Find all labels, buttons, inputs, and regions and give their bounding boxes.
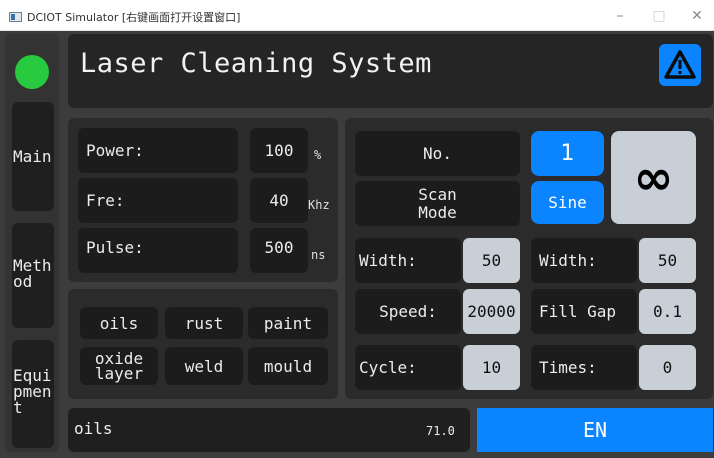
frequency-value[interactable]: 40 (250, 178, 308, 223)
power-label: Power: (78, 128, 238, 173)
sidebar-item-equipment[interactable]: Equi pmen t (12, 340, 54, 448)
window-title: DCIOT Simulator [右键画面打开设置窗口] (27, 11, 241, 24)
status-value: 71.0 (426, 424, 455, 438)
material-weld-button[interactable]: weld (165, 347, 243, 385)
power-unit: % (314, 148, 322, 162)
cycle-value[interactable]: 10 (463, 345, 520, 390)
material-rust-button[interactable]: rust (165, 307, 243, 339)
width2-value[interactable]: 50 (639, 238, 696, 283)
header-bar: Laser Cleaning System (68, 34, 713, 108)
status-indicator (15, 55, 49, 89)
speed-label: Speed: (355, 289, 461, 334)
materials-panel: oils rust paint oxide layer weld mould (68, 289, 338, 399)
speed-value[interactable]: 20000 (463, 289, 520, 334)
width-value[interactable]: 50 (463, 238, 520, 283)
times-label: Times: (531, 345, 637, 390)
fill-gap-label: Fill Gap (531, 289, 637, 334)
fill-gap-value[interactable]: 0.1 (639, 289, 696, 334)
close-button[interactable]: ✕ (680, 6, 714, 26)
infinity-button[interactable]: ∞ (611, 131, 696, 224)
number-label: No. (355, 131, 520, 176)
pulse-unit: ns (311, 248, 326, 262)
material-oxide-button[interactable]: oxide layer (80, 347, 158, 385)
warning-triangle-icon (664, 50, 696, 79)
pulse-value[interactable]: 500 (250, 228, 308, 273)
minimize-button[interactable]: – (603, 6, 637, 26)
material-oils-button[interactable]: oils (80, 307, 158, 339)
sidebar-item-main[interactable]: Main (12, 102, 54, 211)
sidebar-item-method[interactable]: Meth od (12, 223, 54, 328)
language-button[interactable]: EN (477, 408, 713, 452)
maximize-button[interactable]: □ (642, 6, 676, 26)
sidebar-item-label: Meth od (13, 256, 52, 291)
scan-mode-value[interactable]: Sine (531, 181, 604, 224)
sidebar-item-label: Equi pmen t (13, 366, 52, 417)
scan-panel: No. 1 ∞ Scan Mode Sine Width: 50 Width: … (345, 118, 713, 399)
times-value[interactable]: 0 (639, 345, 696, 390)
status-bar: oils 71.0 (68, 408, 470, 452)
width-label: Width: (355, 238, 461, 283)
page-title: Laser Cleaning System (80, 48, 432, 79)
material-mould-button[interactable]: mould (248, 347, 328, 385)
window-titlebar: DCIOT Simulator [右键画面打开设置窗口] – □ ✕ (0, 0, 714, 31)
power-value[interactable]: 100 (250, 128, 308, 173)
app-icon (9, 12, 22, 22)
current-material: oils (74, 419, 113, 438)
material-paint-button[interactable]: paint (248, 307, 328, 339)
width2-label: Width: (531, 238, 637, 283)
frequency-unit: Khz (308, 198, 330, 212)
frequency-label: Fre: (78, 178, 238, 223)
laser-params-panel: Power: 100 % Fre: 40 Khz Pulse: 500 ns (68, 118, 338, 282)
cycle-label: Cycle: (355, 345, 461, 390)
app-area: Main Meth od Equi pmen t Laser Cleaning … (0, 31, 714, 458)
alert-button[interactable] (659, 44, 701, 86)
scan-mode-label: Scan Mode (355, 181, 520, 226)
number-value[interactable]: 1 (531, 131, 604, 176)
pulse-label: Pulse: (78, 228, 238, 273)
sidebar-item-label: Main (13, 146, 52, 166)
